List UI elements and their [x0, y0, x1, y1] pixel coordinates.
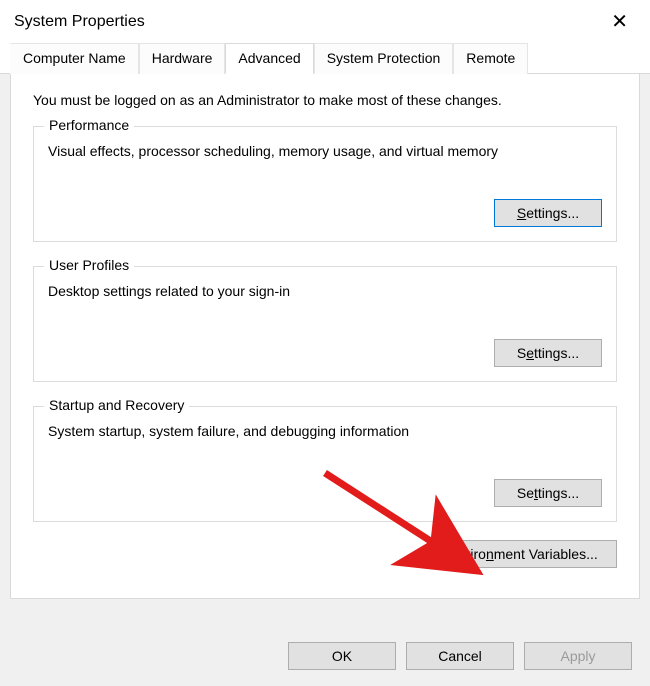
close-icon[interactable]: ✕ [603, 8, 636, 36]
tab-hardware[interactable]: Hardware [139, 43, 226, 74]
group-user-profiles-legend: User Profiles [44, 257, 134, 273]
group-startup-recovery-legend: Startup and Recovery [44, 397, 189, 413]
cancel-button[interactable]: Cancel [406, 642, 514, 670]
apply-button[interactable]: Apply [524, 642, 632, 670]
tab-computer-name[interactable]: Computer Name [10, 43, 139, 74]
tab-remote[interactable]: Remote [453, 43, 528, 74]
window-title: System Properties [14, 13, 145, 31]
user-profiles-settings-button[interactable]: Settings... [494, 339, 602, 367]
tab-pane-advanced: You must be logged on as an Administrato… [10, 74, 640, 599]
startup-recovery-settings-button[interactable]: Settings... [494, 479, 602, 507]
tab-bar: Computer Name Hardware Advanced System P… [0, 42, 650, 74]
group-startup-recovery-desc: System startup, system failure, and debu… [48, 423, 602, 439]
ok-button[interactable]: OK [288, 642, 396, 670]
admin-notice: You must be logged on as an Administrato… [33, 92, 617, 108]
group-user-profiles-desc: Desktop settings related to your sign-in [48, 283, 602, 299]
group-performance-legend: Performance [44, 117, 134, 133]
group-performance-desc: Visual effects, processor scheduling, me… [48, 143, 602, 159]
tab-system-protection[interactable]: System Protection [314, 43, 454, 74]
performance-settings-button[interactable]: Settings... [494, 199, 602, 227]
titlebar: System Properties ✕ [0, 0, 650, 42]
group-user-profiles: User Profiles Desktop settings related t… [33, 266, 617, 382]
group-startup-recovery: Startup and Recovery System startup, sys… [33, 406, 617, 522]
group-performance: Performance Visual effects, processor sc… [33, 126, 617, 242]
environment-variables-button[interactable]: Environment Variables... [427, 540, 617, 568]
dialog-buttons: OK Cancel Apply [0, 632, 650, 686]
tab-advanced[interactable]: Advanced [225, 43, 313, 74]
